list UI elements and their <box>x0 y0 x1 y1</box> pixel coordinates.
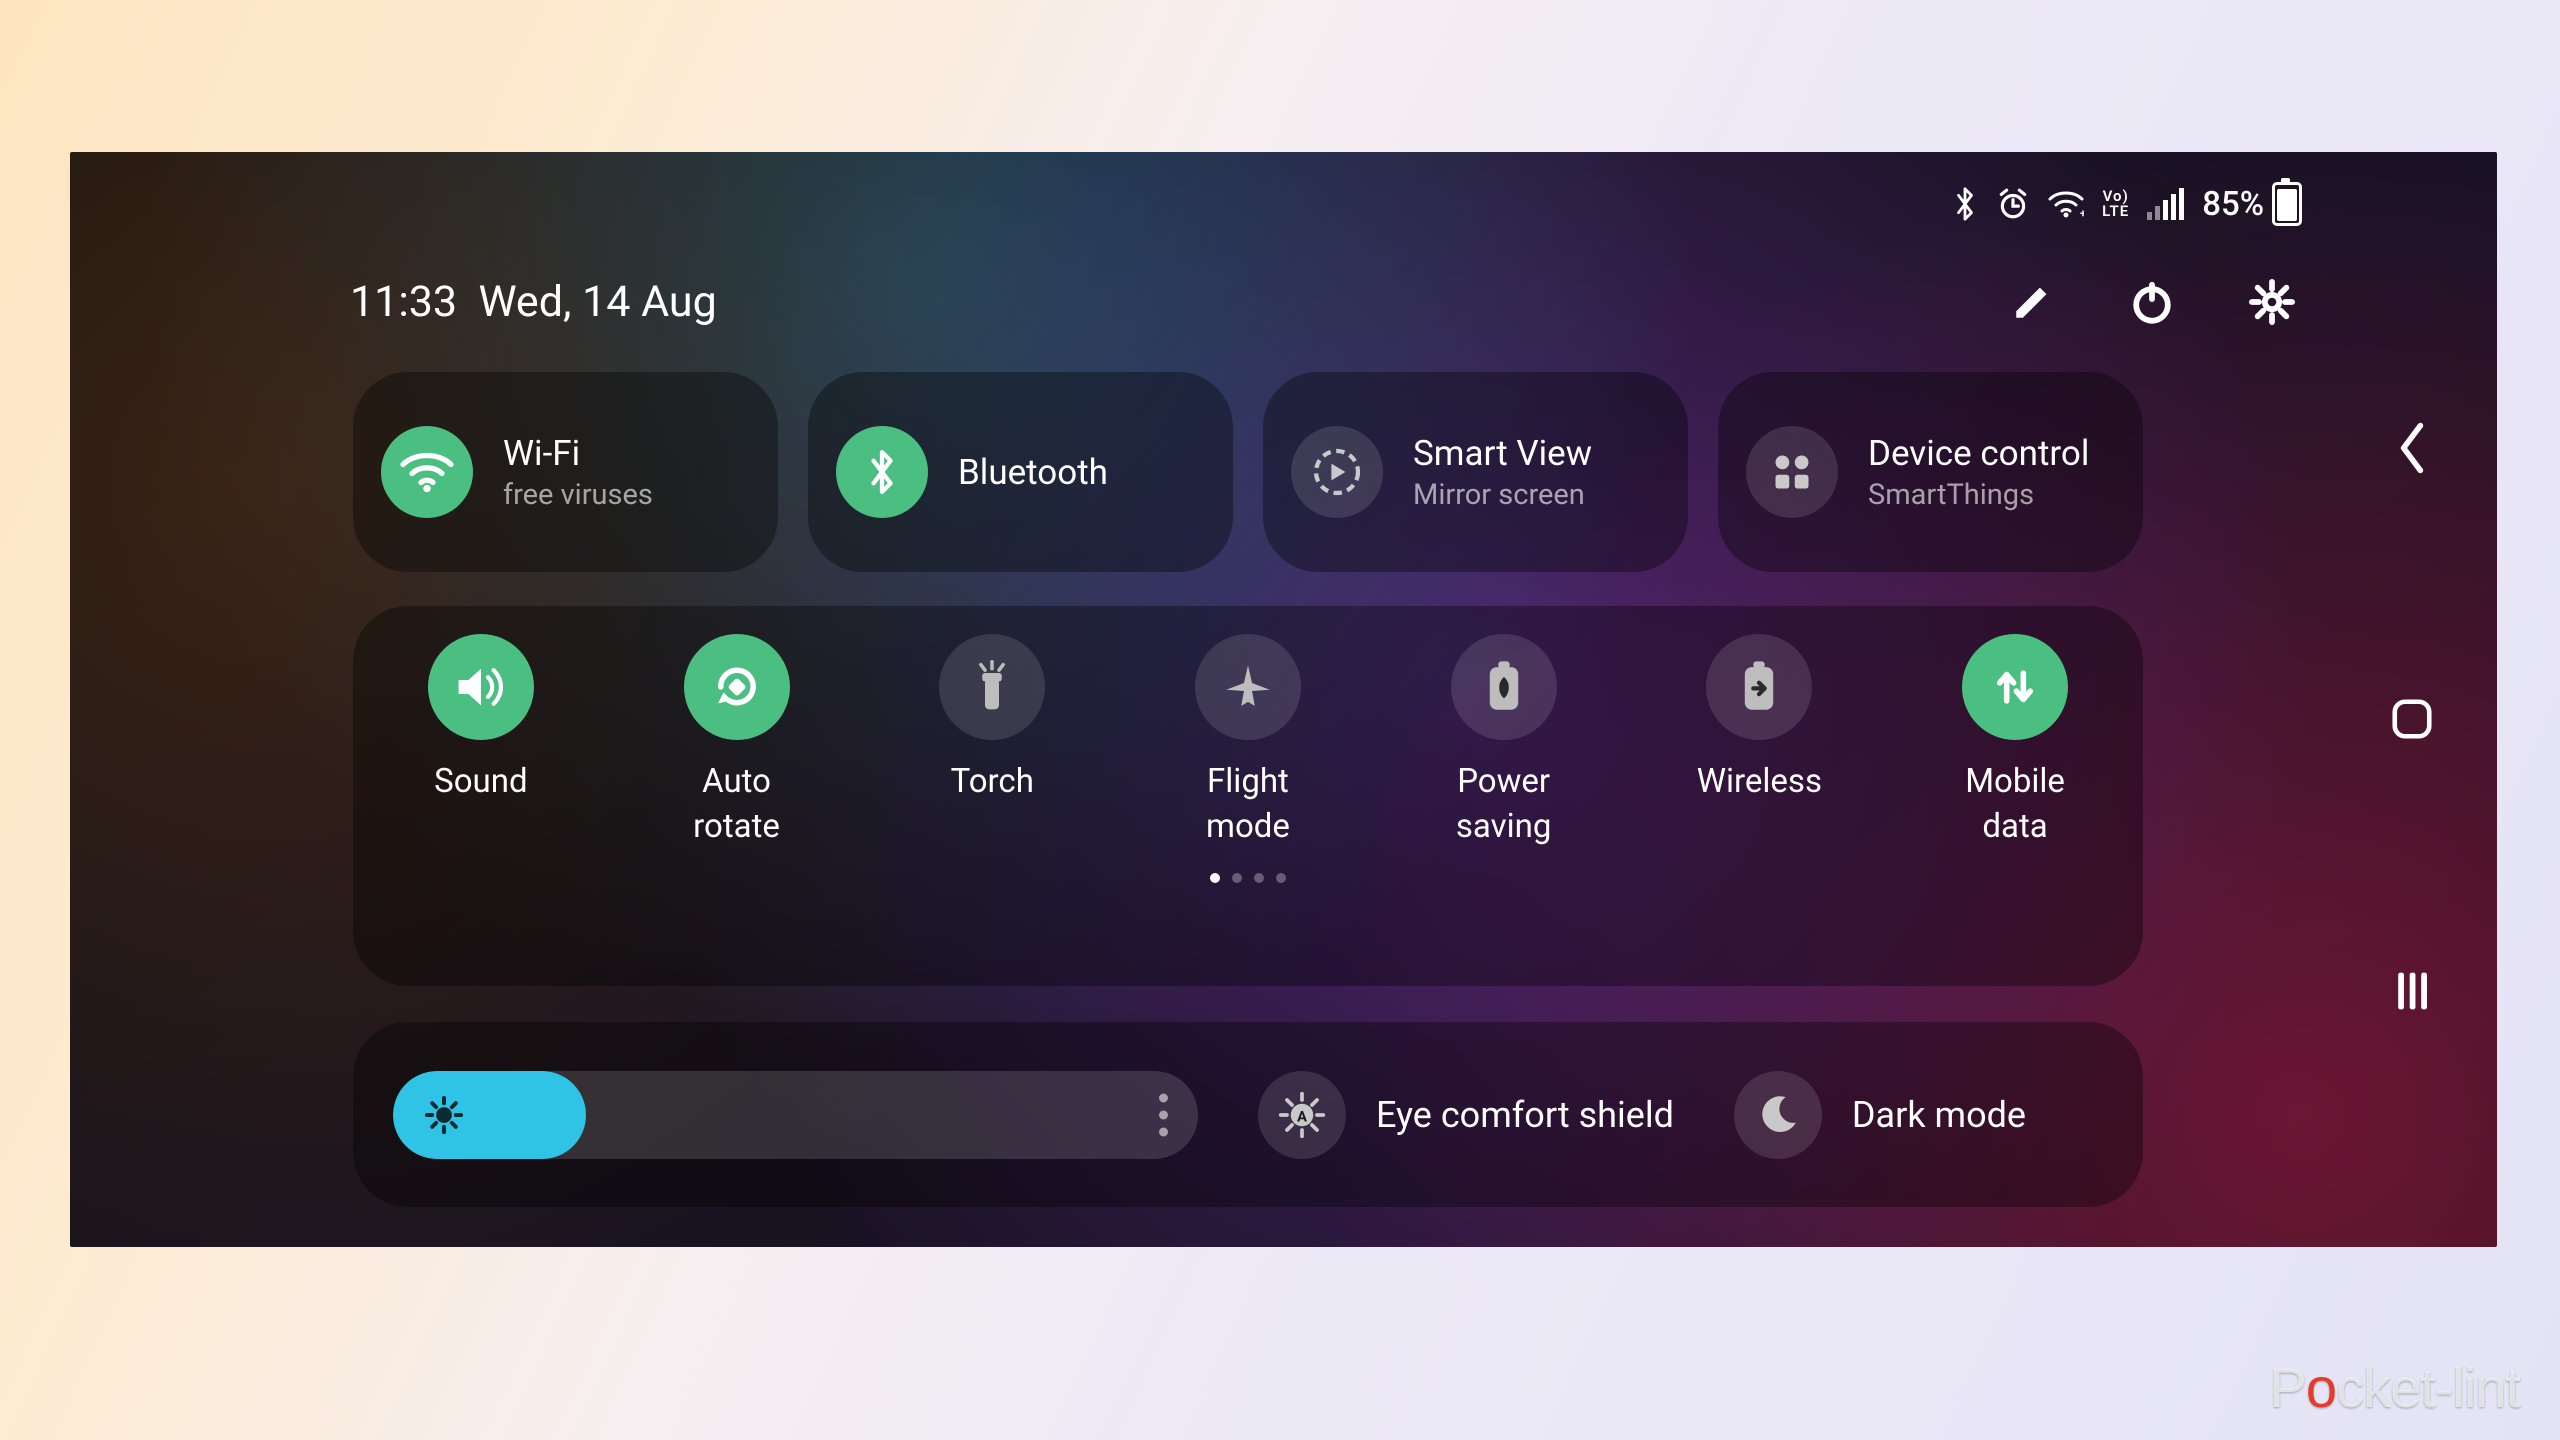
smart-view-icon <box>1291 426 1383 518</box>
tile-smart-view[interactable]: Smart View Mirror screen <box>1263 372 1688 572</box>
device-control-icon <box>1746 426 1838 518</box>
tile-wifi[interactable]: Wi-Fi free viruses <box>353 372 778 572</box>
status-bar: + Vo) LTE 85% <box>1952 182 2302 226</box>
auto-rotate-icon <box>684 634 790 740</box>
tile-subtitle: Mirror screen <box>1413 478 1592 512</box>
page-dot[interactable] <box>1276 873 1286 883</box>
svg-text:A: A <box>1297 1107 1308 1125</box>
sound-icon <box>428 634 534 740</box>
bluetooth-status-icon <box>1952 186 1978 222</box>
tile-title: Wi-Fi <box>503 433 653 474</box>
toggle-label: Sound <box>434 760 527 805</box>
svg-text:+: + <box>2080 207 2084 219</box>
toggle-power-saving[interactable]: Powersaving <box>1389 634 1619 849</box>
page-dot[interactable] <box>1210 873 1220 883</box>
signal-status-icon <box>2147 188 2184 220</box>
tile-subtitle: SmartThings <box>1868 478 2089 512</box>
panel-header: 11:33 Wed, 14 Aug <box>350 277 2297 327</box>
toggle-flight-mode[interactable]: Flightmode <box>1133 634 1363 849</box>
toggle-auto-rotate[interactable]: Autorotate <box>622 634 852 849</box>
alarm-status-icon <box>1996 187 2030 221</box>
power-button[interactable] <box>2127 277 2177 327</box>
volte-status-icon: Vo) LTE <box>2102 189 2129 219</box>
watermark-logo: Pocket-lint <box>2270 1355 2520 1420</box>
toggle-torch[interactable]: Torch <box>877 634 1107 849</box>
toggle-dark-mode[interactable]: Dark mode <box>1734 1071 2026 1159</box>
toggle-label: Powersaving <box>1456 760 1552 849</box>
toggle-label: Eye comfort shield <box>1376 1094 1674 1136</box>
toggle-label: Flightmode <box>1206 760 1290 849</box>
bottom-toggles: A Eye comfort shield Dark mode <box>1258 1071 2026 1159</box>
tile-text: Device control SmartThings <box>1868 433 2089 512</box>
tile-text: Bluetooth <box>958 452 1108 493</box>
brightness-panel: A Eye comfort shield Dark mode <box>353 1022 2143 1207</box>
toggle-wireless[interactable]: Wireless <box>1644 634 1874 849</box>
page-dot[interactable] <box>1232 873 1242 883</box>
eye-comfort-icon: A <box>1258 1071 1346 1159</box>
battery-icon <box>2272 182 2302 226</box>
brightness-more-icon[interactable] <box>1159 1093 1168 1136</box>
toggle-label: Torch <box>951 760 1034 805</box>
tile-title: Bluetooth <box>958 452 1108 493</box>
toggle-mobile-data[interactable]: Mobiledata <box>1900 634 2130 849</box>
torch-icon <box>939 634 1045 740</box>
dark-mode-icon <box>1734 1071 1822 1159</box>
quick-toggles-panel: Sound Autorotate Torch Flightmode Powers… <box>353 606 2143 986</box>
quick-toggles-row: Sound Autorotate Torch Flightmode Powers… <box>353 634 2143 849</box>
brightness-slider[interactable] <box>393 1071 1198 1159</box>
system-nav-bar <box>2362 152 2462 1247</box>
battery-percent-label: 85% <box>2202 185 2264 224</box>
tile-bluetooth[interactable]: Bluetooth <box>808 372 1233 572</box>
wifi-icon <box>381 426 473 518</box>
wireless-icon <box>1706 634 1812 740</box>
clock-time: 11:33 <box>350 277 457 327</box>
power-saving-icon <box>1451 634 1557 740</box>
edit-panel-button[interactable] <box>2007 277 2057 327</box>
toggle-label: Mobiledata <box>1965 760 2065 849</box>
page-indicator <box>1210 873 1286 883</box>
brightness-icon <box>423 1094 465 1136</box>
toggle-label: Dark mode <box>1852 1094 2026 1136</box>
wifi-status-icon: + <box>2048 189 2084 219</box>
tile-device-control[interactable]: Device control SmartThings <box>1718 372 2143 572</box>
tile-text: Wi-Fi free viruses <box>503 433 653 512</box>
nav-recents-button[interactable] <box>2382 961 2442 1021</box>
tile-text: Smart View Mirror screen <box>1413 433 1592 512</box>
bluetooth-icon <box>836 426 928 518</box>
mobile-data-icon <box>1962 634 2068 740</box>
tile-subtitle: free viruses <box>503 478 653 512</box>
flight-mode-icon <box>1195 634 1301 740</box>
device-screen: + Vo) LTE 85% 11:33 Wed, 14 Aug <box>70 152 2497 1247</box>
quick-tiles-row: Wi-Fi free viruses Bluetooth Smart View … <box>353 372 2143 572</box>
nav-back-button[interactable] <box>2382 418 2442 478</box>
tile-title: Smart View <box>1413 433 1592 474</box>
time-date: 11:33 Wed, 14 Aug <box>350 277 717 327</box>
toggle-sound[interactable]: Sound <box>366 634 596 849</box>
clock-date: Wed, 14 Aug <box>478 277 716 327</box>
settings-button[interactable] <box>2247 277 2297 327</box>
toggle-eye-comfort[interactable]: A Eye comfort shield <box>1258 1071 1674 1159</box>
toggle-label: Wireless <box>1697 760 1822 805</box>
tile-title: Device control <box>1868 433 2089 474</box>
page-dot[interactable] <box>1254 873 1264 883</box>
toggle-label: Autorotate <box>693 760 780 849</box>
nav-home-button[interactable] <box>2382 689 2442 749</box>
battery-status: 85% <box>2202 182 2302 226</box>
header-actions <box>2007 277 2297 327</box>
